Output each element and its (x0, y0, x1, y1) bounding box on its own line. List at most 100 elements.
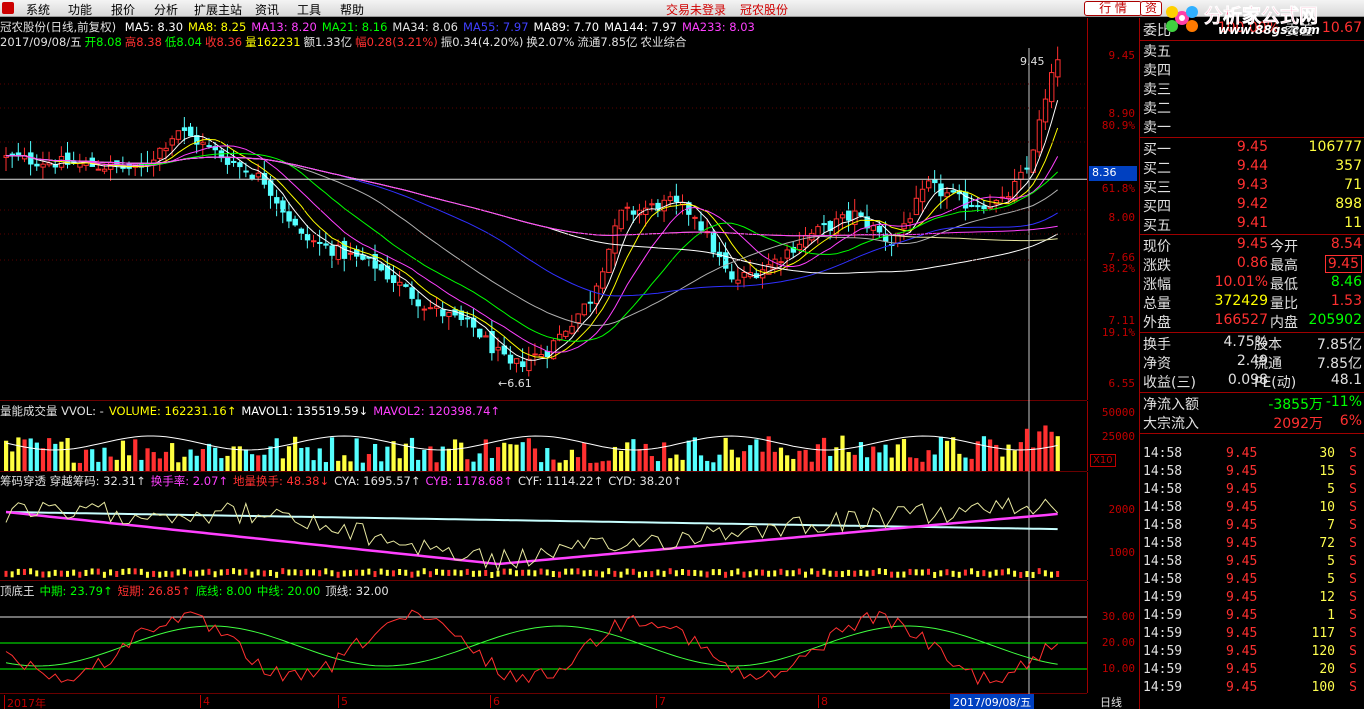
chip-bar (90, 568, 94, 575)
volume-bar (96, 461, 101, 471)
volume-bar (1006, 444, 1011, 471)
menu-system[interactable]: 系统 (26, 1, 50, 18)
panel-row: 卖五 (1140, 41, 1364, 60)
candle-body (298, 228, 305, 234)
quote-button[interactable]: 行 情 (1084, 1, 1142, 16)
panel-cell: 大宗流入 (1143, 416, 1199, 432)
volume-bar (803, 449, 808, 471)
volume-bar (600, 461, 605, 471)
volume-bar (686, 440, 691, 471)
menu-extension[interactable]: 扩展主站 (194, 1, 242, 18)
tick-row: 14:58 9.45 15 S (1140, 464, 1364, 482)
panel-cell: 买一 (1143, 142, 1171, 158)
volume-bar (772, 451, 777, 471)
chip-bar (1050, 571, 1053, 578)
chip-bar (287, 569, 291, 576)
candle-body (483, 335, 489, 338)
volume-bar (354, 438, 359, 471)
chart-area[interactable]: 冠农股份(日线,前复权) MA5: 8.30 MA8: 8.25 MA13: 8.2… (0, 18, 1138, 709)
volume-bar (569, 449, 574, 471)
panel-row: 卖二 (1140, 98, 1364, 117)
panel-cell: 卖四 (1143, 63, 1171, 79)
chip-bar (970, 568, 974, 575)
menu-quote[interactable]: 报价 (111, 1, 135, 18)
kline-chart[interactable]: 9.45 ←6.61 (0, 18, 1087, 709)
panel-cell: 14:58 (1143, 554, 1183, 569)
volume-bar (969, 458, 974, 471)
login-status[interactable]: 交易未登录 (666, 1, 726, 18)
panel-cell: 9.41 (1236, 215, 1268, 231)
panel-cell: 量比 (1270, 296, 1298, 312)
candle-body (200, 141, 206, 145)
candle-body (415, 299, 421, 307)
candle-body (839, 214, 846, 219)
volume-bar (114, 459, 119, 471)
volume-bar (680, 459, 685, 471)
tick-row: 14:58 9.45 5 S (1140, 482, 1364, 500)
ma5-line (5, 100, 1059, 361)
candle-body (175, 130, 182, 140)
panel-cell: 买五 (1143, 218, 1171, 234)
volume-bar (674, 454, 679, 471)
tick-row: 14:58 9.45 10 S (1140, 500, 1364, 518)
panel-cell: 9.45 (1226, 518, 1258, 533)
volume-bar (200, 448, 205, 471)
volume-bar (231, 446, 236, 471)
panel-cell: S (1349, 446, 1357, 461)
cursor-date-box: 2017/09/08/五 (950, 694, 1035, 709)
chip-bar (637, 571, 641, 578)
volume-bar (256, 455, 261, 471)
candle-body (403, 284, 409, 287)
candle-body (507, 354, 514, 364)
volume-bar (243, 449, 249, 471)
panel-cell: 14:59 (1143, 644, 1183, 659)
chip-bar (164, 570, 168, 577)
candle-body (95, 168, 102, 171)
volume-bar (1031, 447, 1036, 471)
menu-function[interactable]: 功能 (68, 1, 92, 18)
candle-body (237, 162, 243, 168)
candle-body (729, 271, 735, 280)
panel-cell: 收益(三) (1143, 375, 1196, 391)
tick-row: 14:59 9.45 117 S (1140, 626, 1364, 644)
volume-bar (108, 456, 113, 471)
volume-bar (932, 454, 937, 471)
candle-body (231, 160, 237, 163)
chip-bar (262, 570, 266, 577)
menu-analysis[interactable]: 分析 (154, 1, 178, 18)
candle-body (440, 309, 446, 317)
volume-bar (459, 442, 464, 471)
menu-news[interactable]: 资讯 (255, 1, 279, 18)
chip-bar (582, 570, 586, 577)
candle-body (606, 248, 612, 273)
chip-bar (939, 570, 943, 577)
candle-body (876, 225, 883, 233)
period-label[interactable]: 日线 (1100, 694, 1122, 709)
menu-help[interactable]: 帮助 (340, 1, 364, 18)
chip-bar (859, 569, 863, 576)
volume-bar (871, 446, 876, 471)
chip-bar (1056, 570, 1060, 577)
candle-body (378, 264, 385, 271)
chip-bar (1013, 570, 1017, 577)
chip-bar (890, 571, 894, 578)
volume-bar (698, 455, 704, 471)
menu-tools[interactable]: 工具 (297, 1, 321, 18)
chip-bar (305, 569, 309, 576)
candle-body (224, 156, 231, 165)
volume-bar (545, 448, 550, 471)
volume-bar (477, 453, 482, 471)
chip-bar (834, 570, 838, 577)
volume-bar (65, 438, 70, 471)
chip-bar (927, 568, 930, 575)
panel-divider (1140, 433, 1364, 434)
volume-bar (901, 439, 907, 471)
candle-body (206, 145, 212, 148)
panel-cell: 9.42 (1236, 196, 1268, 212)
info-button[interactable]: 资 (1140, 1, 1162, 16)
panel-cell: 14:59 (1143, 608, 1183, 623)
chip-bar (256, 569, 260, 576)
volume-bar (403, 443, 408, 471)
candle-body (532, 353, 538, 356)
panel-cell: 总量 (1143, 296, 1171, 312)
